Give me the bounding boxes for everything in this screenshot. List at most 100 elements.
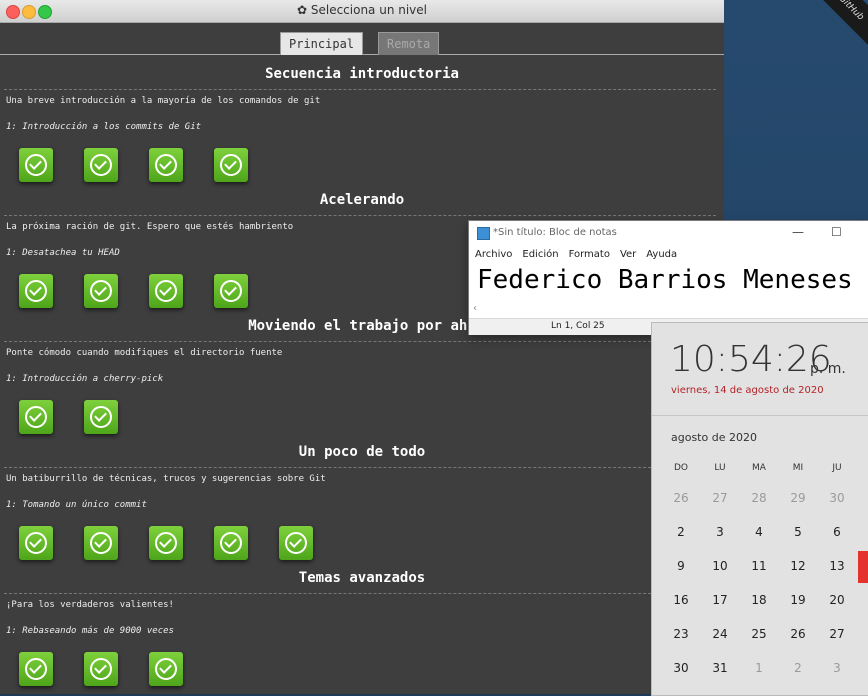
- calendar-day[interactable]: 23: [666, 627, 696, 641]
- level-completed-button[interactable]: [84, 274, 118, 308]
- check-icon: [155, 532, 177, 554]
- level-completed-button[interactable]: [279, 526, 313, 560]
- calendar-day[interactable]: 20: [822, 593, 852, 607]
- section-description: La próxima ración de git. Espero que est…: [6, 222, 294, 232]
- calendar-day[interactable]: 17: [705, 593, 735, 607]
- clock-ampm: p. m.: [810, 361, 846, 377]
- calendar-day[interactable]: 28: [744, 491, 774, 505]
- calendar-day[interactable]: 1: [744, 661, 774, 675]
- level-name: 1: Introducción a los commits de Git: [6, 122, 202, 132]
- calendar-day[interactable]: 3: [705, 525, 735, 539]
- check-icon: [155, 280, 177, 302]
- level-name: 1: Desatachea tu HEAD: [6, 248, 120, 258]
- gear-icon: ✿: [296, 3, 308, 17]
- level-completed-button[interactable]: [149, 148, 183, 182]
- level-completed-button[interactable]: [84, 526, 118, 560]
- clock-time: 10:54:26: [670, 339, 832, 380]
- notepad-menu: Archivo Edición Formato Ver Ayuda: [475, 249, 687, 260]
- calendar-day[interactable]: 26: [783, 627, 813, 641]
- level-completed-button[interactable]: [214, 526, 248, 560]
- tab-principal[interactable]: Principal: [280, 32, 364, 55]
- weekday-label: JU: [832, 463, 842, 473]
- calendar-day[interactable]: 10: [705, 559, 735, 573]
- level-completed-button[interactable]: [149, 652, 183, 686]
- section-description: Una breve introducción a la mayoría de l…: [6, 96, 321, 106]
- weekday-label: DO: [673, 463, 688, 473]
- check-icon: [90, 532, 112, 554]
- calendar-day[interactable]: 26: [666, 491, 696, 505]
- today-highlight[interactable]: [858, 551, 868, 583]
- level-completed-button[interactable]: [84, 652, 118, 686]
- section-title: Un poco de todo: [298, 444, 426, 460]
- calendar-day[interactable]: 2: [666, 525, 696, 539]
- maximize-icon[interactable]: ☐: [831, 225, 842, 239]
- calendar-day[interactable]: 25: [744, 627, 774, 641]
- notepad-icon: [477, 227, 490, 240]
- calendar-day[interactable]: 19: [783, 593, 813, 607]
- calendar-day[interactable]: 30: [822, 491, 852, 505]
- month-title[interactable]: agosto de 2020: [671, 431, 757, 444]
- minimize-icon[interactable]: —: [792, 225, 804, 239]
- weekday-label: LU: [714, 463, 726, 473]
- calendar-day[interactable]: 13: [822, 559, 852, 573]
- calendar-day[interactable]: 3: [822, 661, 852, 675]
- level-completed-button[interactable]: [214, 148, 248, 182]
- tab-bar: Principal Remota: [0, 22, 724, 55]
- calendar-day[interactable]: 5: [783, 525, 813, 539]
- level-completed-button[interactable]: [19, 526, 53, 560]
- check-icon: [285, 532, 307, 554]
- full-date-link[interactable]: viernes, 14 de agosto de 2020: [671, 385, 824, 396]
- level-select-window: ✿ Selecciona un nivel Principal Remota S…: [0, 0, 724, 694]
- calendar-day[interactable]: 4: [744, 525, 774, 539]
- calendar-day[interactable]: 27: [822, 627, 852, 641]
- check-icon: [90, 658, 112, 680]
- section-divider: [4, 89, 716, 90]
- menu-ver[interactable]: Ver: [620, 249, 636, 260]
- level-completed-button[interactable]: [149, 274, 183, 308]
- calendar-day[interactable]: 16: [666, 593, 696, 607]
- calendar-day[interactable]: 6: [822, 525, 852, 539]
- notepad-text-area[interactable]: Federico Barrios Meneses: [477, 265, 853, 295]
- section-divider: [4, 341, 716, 342]
- check-icon: [220, 154, 242, 176]
- calendar-day[interactable]: 30: [666, 661, 696, 675]
- section-description: Un batiburrillo de técnicas, trucos y su…: [6, 474, 326, 484]
- calendar-day[interactable]: 2: [783, 661, 813, 675]
- check-icon: [155, 658, 177, 680]
- calendar-day[interactable]: 24: [705, 627, 735, 641]
- section-title: Temas avanzados: [298, 570, 426, 586]
- calendar-day[interactable]: 29: [783, 491, 813, 505]
- check-icon: [155, 154, 177, 176]
- level-completed-button[interactable]: [19, 274, 53, 308]
- level-name: 1: Rebaseando más de 9000 veces: [6, 626, 174, 636]
- weekday-label: MI: [792, 463, 804, 473]
- level-completed-button[interactable]: [19, 652, 53, 686]
- level-completed-button[interactable]: [149, 526, 183, 560]
- divider: [652, 415, 868, 416]
- level-completed-button[interactable]: [214, 274, 248, 308]
- check-icon: [25, 532, 47, 554]
- calendar-day[interactable]: 9: [666, 559, 696, 573]
- check-icon: [25, 406, 47, 428]
- section-divider: [4, 215, 716, 216]
- level-completed-button[interactable]: [84, 400, 118, 434]
- check-icon: [90, 280, 112, 302]
- weekday-label: MA: [752, 463, 766, 473]
- calendar-flyout: 10:54:26 p. m. viernes, 14 de agosto de …: [651, 322, 868, 696]
- tab-remota[interactable]: Remota: [378, 32, 440, 55]
- menu-archivo[interactable]: Archivo: [475, 249, 512, 260]
- calendar-day[interactable]: 12: [783, 559, 813, 573]
- calendar-day[interactable]: 27: [705, 491, 735, 505]
- level-completed-button[interactable]: [19, 148, 53, 182]
- calendar-day[interactable]: 31: [705, 661, 735, 675]
- level-completed-button[interactable]: [19, 400, 53, 434]
- calendar-day[interactable]: 11: [744, 559, 774, 573]
- menu-ayuda[interactable]: Ayuda: [646, 249, 677, 260]
- menu-formato[interactable]: Formato: [569, 249, 610, 260]
- scroll-left-icon[interactable]: ‹: [473, 303, 477, 314]
- calendar-day[interactable]: 18: [744, 593, 774, 607]
- github-ribbon[interactable]: GitHub: [809, 0, 868, 50]
- section-description: Ponte cómodo cuando modifiques el direct…: [6, 348, 283, 358]
- menu-edicion[interactable]: Edición: [522, 249, 558, 260]
- level-completed-button[interactable]: [84, 148, 118, 182]
